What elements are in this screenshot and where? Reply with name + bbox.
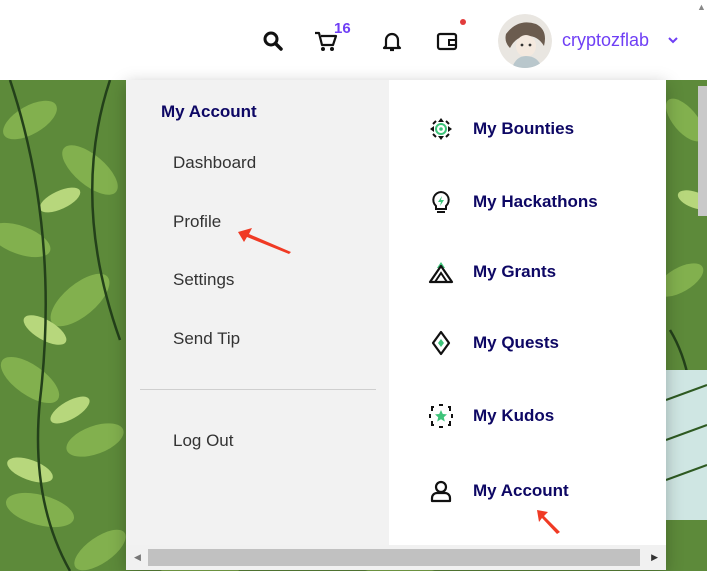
my-bounties-link[interactable]: My Bounties bbox=[428, 114, 574, 144]
profile-link[interactable]: Profile bbox=[173, 212, 221, 232]
my-hackathons-link[interactable]: My Hackathons bbox=[428, 187, 598, 217]
my-grants-link[interactable]: My Grants bbox=[428, 257, 556, 287]
log-out-link[interactable]: Log Out bbox=[173, 431, 234, 451]
annotation-arrow-my-account bbox=[537, 510, 560, 534]
my-bounties-label: My Bounties bbox=[473, 119, 575, 138]
diamond-icon bbox=[428, 330, 454, 356]
vertical-scrollbar-thumb[interactable] bbox=[698, 86, 707, 216]
annotation-arrow-profile bbox=[238, 228, 291, 254]
horizontal-scrollbar-thumb[interactable] bbox=[148, 549, 640, 566]
notification-dot bbox=[460, 19, 466, 25]
lightbulb-icon bbox=[428, 189, 454, 215]
search-icon[interactable] bbox=[260, 28, 286, 54]
scroll-left-arrow[interactable]: ◀ bbox=[134, 552, 141, 563]
dropdown-caret bbox=[612, 70, 632, 80]
my-account-label: My Account bbox=[473, 481, 569, 500]
my-quests-label: My Quests bbox=[473, 333, 559, 352]
section-title-my-account: My Account bbox=[161, 102, 257, 121]
user-icon bbox=[428, 478, 454, 504]
my-account-link[interactable]: My Account bbox=[428, 476, 569, 506]
star-icon bbox=[428, 403, 454, 429]
username[interactable]: cryptozflab bbox=[562, 30, 649, 51]
send-tip-link[interactable]: Send Tip bbox=[173, 329, 240, 349]
my-kudos-label: My Kudos bbox=[473, 406, 555, 425]
top-navbar: 16 cryptozflab ▲ bbox=[0, 0, 707, 80]
scroll-up-arrow[interactable]: ▲ bbox=[697, 2, 706, 12]
account-links-panel: My Account Dashboard Profile Settings Se… bbox=[126, 80, 389, 545]
horizontal-scrollbar[interactable]: ◀ ▶ bbox=[126, 545, 666, 570]
my-grants-label: My Grants bbox=[473, 262, 557, 281]
account-dropdown: My Account Dashboard Profile Settings Se… bbox=[126, 80, 666, 570]
chevron-down-icon[interactable] bbox=[666, 33, 680, 47]
dashboard-link[interactable]: Dashboard bbox=[173, 153, 256, 173]
cart-count-badge: 16 bbox=[334, 20, 351, 37]
divider bbox=[140, 389, 376, 390]
my-hackathons-label: My Hackathons bbox=[473, 192, 598, 211]
wallet-icon[interactable] bbox=[434, 28, 460, 54]
scroll-right-arrow[interactable]: ▶ bbox=[651, 552, 658, 563]
my-kudos-link[interactable]: My Kudos bbox=[428, 401, 554, 431]
mountain-icon bbox=[428, 259, 454, 285]
avatar[interactable] bbox=[498, 14, 552, 68]
settings-link[interactable]: Settings bbox=[173, 270, 234, 290]
my-quests-link[interactable]: My Quests bbox=[428, 328, 559, 358]
target-icon bbox=[428, 116, 454, 142]
bell-icon[interactable] bbox=[379, 28, 405, 54]
